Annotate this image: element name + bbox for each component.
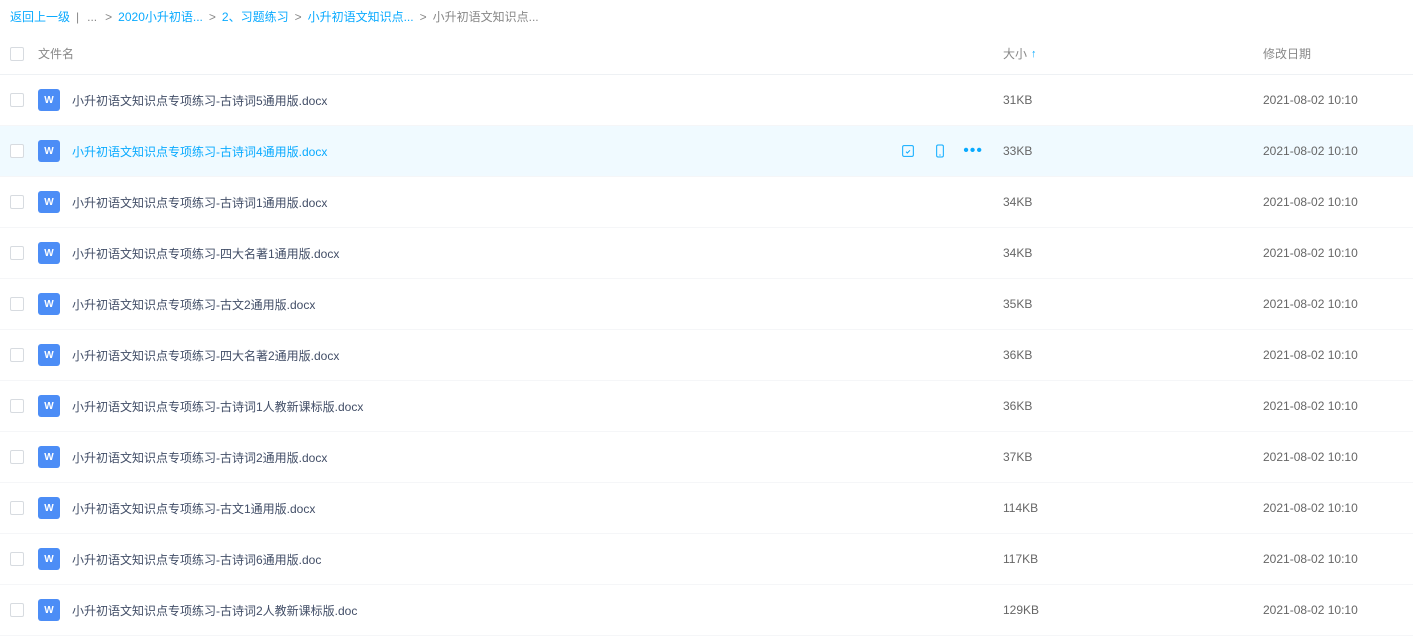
row-checkbox[interactable]	[10, 195, 24, 209]
row-checkbox[interactable]	[10, 450, 24, 464]
table-row[interactable]: W 小升初语文知识点专项练习-古诗词2人教新课标版.doc 129KB 2021-08…	[0, 585, 1413, 636]
column-name-header[interactable]: 文件名	[38, 45, 74, 62]
row-actions: •••	[899, 142, 983, 160]
breadcrumb-link-0[interactable]: 2020小升初语...	[118, 8, 203, 25]
row-checkbox[interactable]	[10, 552, 24, 566]
file-date: 2021-08-02 10:10	[1263, 195, 1358, 209]
file-name[interactable]: 小升初语文知识点专项练习-古文1通用版.docx	[72, 500, 315, 517]
file-size: 33KB	[1003, 144, 1032, 158]
file-date: 2021-08-02 10:10	[1263, 501, 1358, 515]
word-file-icon: W	[38, 89, 60, 111]
file-size: 37KB	[1003, 450, 1032, 464]
file-date: 2021-08-02 10:10	[1263, 348, 1358, 362]
column-size-header[interactable]: 大小	[1003, 45, 1027, 62]
table-row[interactable]: W 小升初语文知识点专项练习-古文2通用版.docx 35KB 2021-08-02 …	[0, 279, 1413, 330]
table-row[interactable]: W 小升初语文知识点专项练习-古诗词4通用版.docx ••• 33KB 2021-08…	[0, 126, 1413, 177]
breadcrumb-separator: |	[76, 10, 79, 24]
file-name[interactable]: 小升初语文知识点专项练习-四大名著2通用版.docx	[72, 347, 339, 364]
file-date: 2021-08-02 10:10	[1263, 450, 1358, 464]
file-date: 2021-08-02 10:10	[1263, 603, 1358, 617]
table-row[interactable]: W 小升初语文知识点专项练习-古诗词5通用版.docx 31KB 2021-08-02…	[0, 75, 1413, 126]
table-row[interactable]: W 小升初语文知识点专项练习-古文1通用版.docx 114KB 2021-08-02…	[0, 483, 1413, 534]
row-checkbox[interactable]	[10, 501, 24, 515]
row-checkbox[interactable]	[10, 603, 24, 617]
breadcrumb-chevron: >	[105, 10, 112, 24]
word-file-icon: W	[38, 599, 60, 621]
file-list: W 小升初语文知识点专项练习-古诗词5通用版.docx 31KB 2021-08-02…	[0, 75, 1413, 636]
row-checkbox[interactable]	[10, 348, 24, 362]
word-file-icon: W	[38, 344, 60, 366]
breadcrumb-chevron: >	[295, 10, 302, 24]
file-date: 2021-08-02 10:10	[1263, 93, 1358, 107]
row-checkbox[interactable]	[10, 297, 24, 311]
table-row[interactable]: W 小升初语文知识点专项练习-古诗词1人教新课标版.docx 36KB 2021-08…	[0, 381, 1413, 432]
breadcrumb-back[interactable]: 返回上一级	[10, 8, 70, 25]
breadcrumb-link-1[interactable]: 2、习题练习	[222, 8, 289, 25]
file-date: 2021-08-02 10:10	[1263, 399, 1358, 413]
column-date-header[interactable]: 修改日期	[1263, 47, 1311, 61]
file-size: 31KB	[1003, 93, 1032, 107]
word-file-icon: W	[38, 497, 60, 519]
breadcrumb: 返回上一级 | ... > 2020小升初语... > 2、习题练习 > 小升初…	[0, 0, 1413, 33]
file-name[interactable]: 小升初语文知识点专项练习-古文2通用版.docx	[72, 296, 315, 313]
table-row[interactable]: W 小升初语文知识点专项练习-四大名著1通用版.docx 34KB 2021-08-0…	[0, 228, 1413, 279]
breadcrumb-current: 小升初语文知识点...	[433, 8, 539, 25]
table-row[interactable]: W 小升初语文知识点专项练习-古诗词1通用版.docx 34KB 2021-08-02…	[0, 177, 1413, 228]
row-checkbox[interactable]	[10, 93, 24, 107]
file-size: 35KB	[1003, 297, 1032, 311]
word-file-icon: W	[38, 395, 60, 417]
more-icon[interactable]: •••	[963, 142, 983, 160]
word-file-icon: W	[38, 548, 60, 570]
breadcrumb-ellipsis: ...	[87, 10, 97, 24]
mobile-icon[interactable]	[931, 142, 949, 160]
file-size: 36KB	[1003, 348, 1032, 362]
file-name[interactable]: 小升初语文知识点专项练习-古诗词4通用版.docx	[72, 143, 327, 160]
edit-icon[interactable]	[899, 142, 917, 160]
file-size: 117KB	[1003, 552, 1038, 566]
row-checkbox[interactable]	[10, 144, 24, 158]
file-date: 2021-08-02 10:10	[1263, 297, 1358, 311]
file-name[interactable]: 小升初语文知识点专项练习-古诗词2人教新课标版.doc	[72, 602, 357, 619]
word-file-icon: W	[38, 191, 60, 213]
word-file-icon: W	[38, 293, 60, 315]
file-name[interactable]: 小升初语文知识点专项练习-四大名著1通用版.docx	[72, 245, 339, 262]
sort-ascending-icon: ↑	[1031, 48, 1037, 60]
file-name[interactable]: 小升初语文知识点专项练习-古诗词2通用版.docx	[72, 449, 327, 466]
file-name[interactable]: 小升初语文知识点专项练习-古诗词6通用版.doc	[72, 551, 321, 568]
file-size: 36KB	[1003, 399, 1032, 413]
file-date: 2021-08-02 10:10	[1263, 144, 1358, 158]
table-header: 文件名 大小 ↑ 修改日期	[0, 33, 1413, 75]
select-all-checkbox[interactable]	[10, 47, 24, 61]
table-row[interactable]: W 小升初语文知识点专项练习-古诗词2通用版.docx 37KB 2021-08-02…	[0, 432, 1413, 483]
word-file-icon: W	[38, 446, 60, 468]
row-checkbox[interactable]	[10, 246, 24, 260]
file-date: 2021-08-02 10:10	[1263, 246, 1358, 260]
file-name[interactable]: 小升初语文知识点专项练习-古诗词5通用版.docx	[72, 92, 327, 109]
breadcrumb-chevron: >	[420, 10, 427, 24]
file-name[interactable]: 小升初语文知识点专项练习-古诗词1人教新课标版.docx	[72, 398, 363, 415]
file-size: 114KB	[1003, 501, 1038, 515]
file-size: 34KB	[1003, 246, 1032, 260]
word-file-icon: W	[38, 140, 60, 162]
word-file-icon: W	[38, 242, 60, 264]
breadcrumb-chevron: >	[209, 10, 216, 24]
file-size: 34KB	[1003, 195, 1032, 209]
breadcrumb-link-2[interactable]: 小升初语文知识点...	[308, 8, 414, 25]
file-name[interactable]: 小升初语文知识点专项练习-古诗词1通用版.docx	[72, 194, 327, 211]
file-date: 2021-08-02 10:10	[1263, 552, 1358, 566]
row-checkbox[interactable]	[10, 399, 24, 413]
file-size: 129KB	[1003, 603, 1039, 617]
table-row[interactable]: W 小升初语文知识点专项练习-四大名著2通用版.docx 36KB 2021-08-0…	[0, 330, 1413, 381]
